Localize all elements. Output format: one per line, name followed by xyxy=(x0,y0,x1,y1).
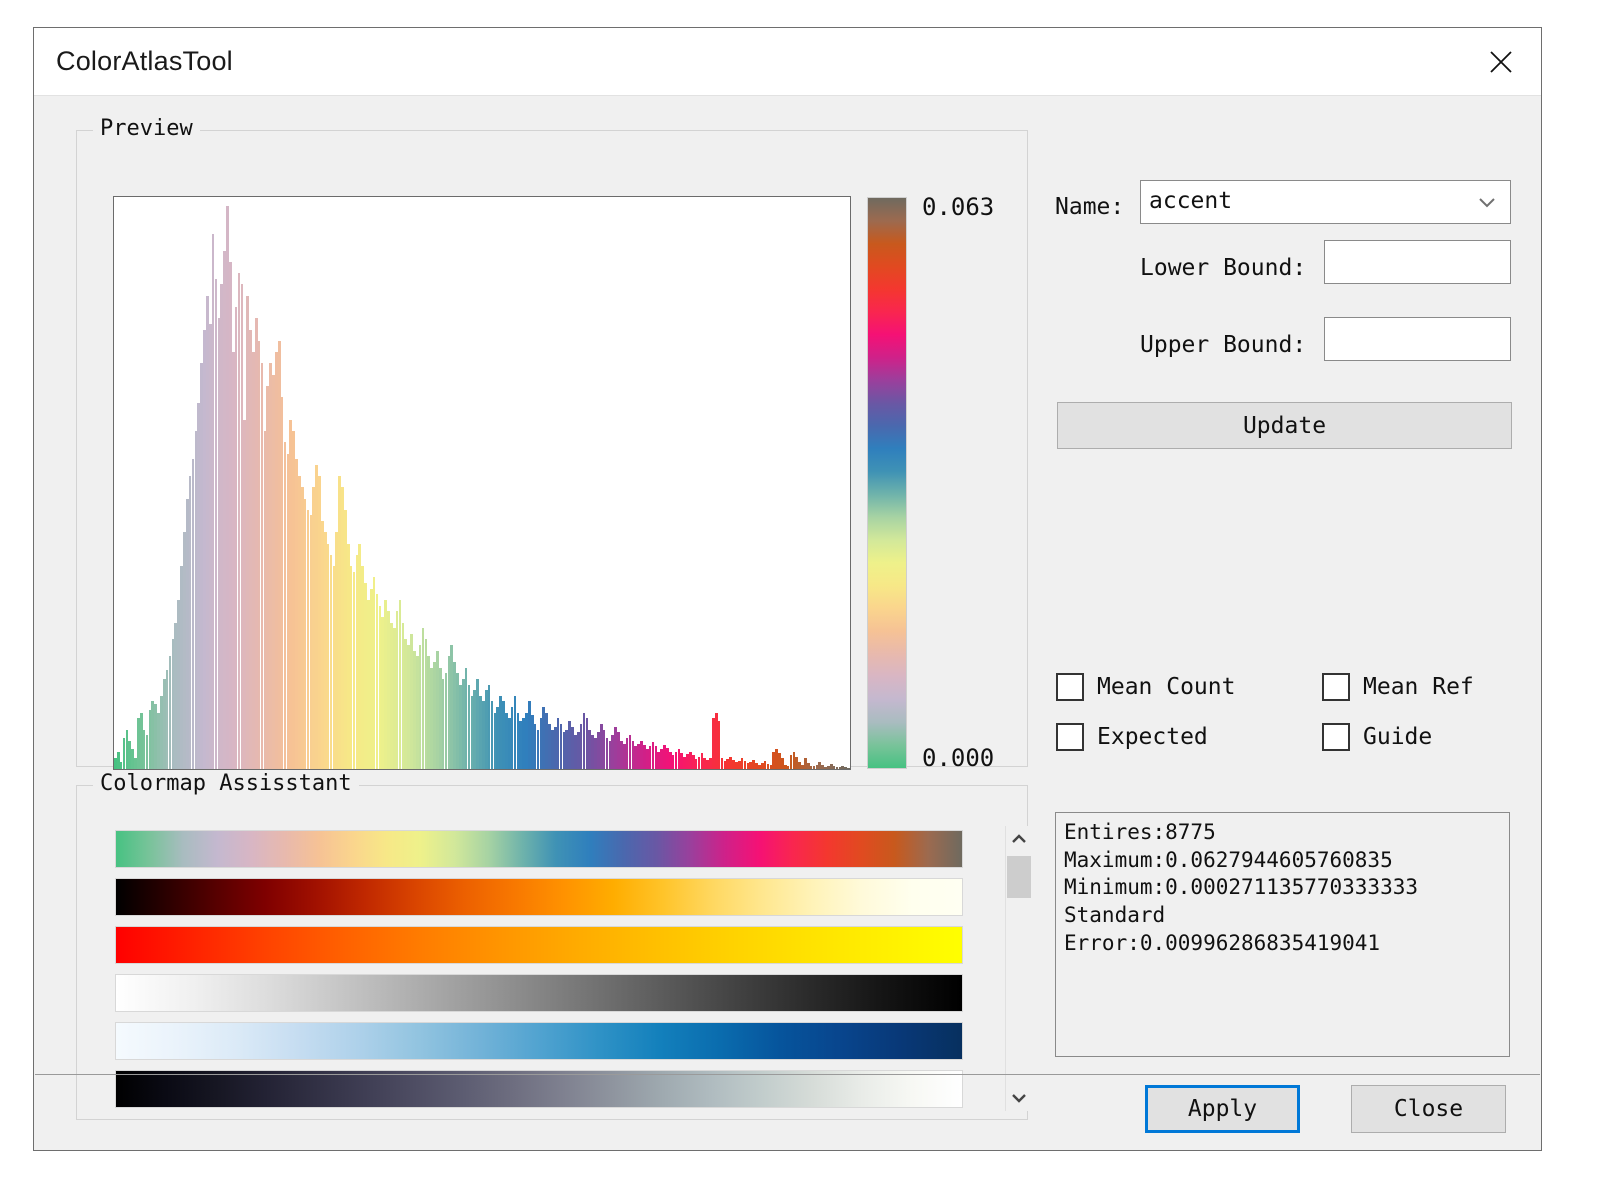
chevron-up-icon[interactable] xyxy=(1006,826,1032,852)
footer-divider xyxy=(35,1074,1540,1075)
upper-bound-label: Upper Bound: xyxy=(1140,332,1306,358)
colorbar xyxy=(867,197,907,769)
colorbar-max-label: 0.063 xyxy=(922,193,994,221)
colormap-strip[interactable] xyxy=(115,974,963,1012)
preview-group: Preview 0.063 0.000 xyxy=(76,130,1028,767)
colormap-strip-list[interactable] xyxy=(115,830,963,1110)
colormap-scrollbar[interactable] xyxy=(1005,826,1032,1111)
close-button[interactable]: Close xyxy=(1351,1085,1506,1133)
checkbox-label: Mean Ref xyxy=(1363,674,1474,700)
histogram-bar xyxy=(847,768,850,769)
upper-bound-input[interactable] xyxy=(1324,317,1511,361)
name-combobox-value: accent xyxy=(1149,188,1232,214)
checkbox-guide[interactable]: Guide xyxy=(1322,723,1432,751)
checkbox-label: Mean Count xyxy=(1097,674,1235,700)
chevron-down-icon[interactable] xyxy=(1006,1085,1032,1111)
apply-button[interactable]: Apply xyxy=(1145,1085,1300,1133)
colormap-strip[interactable] xyxy=(115,830,963,868)
checkbox-label: Expected xyxy=(1097,724,1208,750)
colormap-strip[interactable] xyxy=(115,1022,963,1060)
color-atlas-tool-window: ColorAtlasTool Preview 0.063 0.000 Color… xyxy=(33,27,1542,1151)
colormap-strip[interactable] xyxy=(115,878,963,916)
colormap-strip[interactable] xyxy=(115,926,963,964)
colormap-strip[interactable] xyxy=(115,1070,963,1108)
colorbar-min-label: 0.000 xyxy=(922,744,994,772)
histogram-plot xyxy=(113,196,851,770)
checkbox-mean-ref[interactable]: Mean Ref xyxy=(1322,673,1474,701)
histogram-bars xyxy=(114,197,850,769)
colormap-assistant-label: Colormap Assisstant xyxy=(93,771,359,796)
scrollbar-thumb[interactable] xyxy=(1007,856,1031,898)
statistics-textbox[interactable]: Entires:8775 Maximum:0.0627944605760835 … xyxy=(1055,812,1510,1057)
colormap-assistant-group: Colormap Assisstant xyxy=(76,785,1028,1120)
window-title: ColorAtlasTool xyxy=(56,46,233,77)
title-bar: ColorAtlasTool xyxy=(34,28,1541,96)
update-button[interactable]: Update xyxy=(1057,402,1512,449)
name-label: Name: xyxy=(1055,194,1124,220)
lower-bound-label: Lower Bound: xyxy=(1140,255,1306,281)
close-icon[interactable] xyxy=(1479,42,1523,82)
name-combobox[interactable]: accent xyxy=(1140,180,1511,224)
checkbox-mean-count[interactable]: Mean Count xyxy=(1056,673,1235,701)
chevron-down-icon xyxy=(1476,182,1498,222)
checkbox-box[interactable] xyxy=(1322,673,1350,701)
checkbox-box[interactable] xyxy=(1322,723,1350,751)
preview-group-label: Preview xyxy=(93,116,200,141)
checkbox-expected[interactable]: Expected xyxy=(1056,723,1208,751)
checkbox-box[interactable] xyxy=(1056,673,1084,701)
checkbox-box[interactable] xyxy=(1056,723,1084,751)
checkbox-label: Guide xyxy=(1363,724,1432,750)
lower-bound-input[interactable] xyxy=(1324,240,1511,284)
